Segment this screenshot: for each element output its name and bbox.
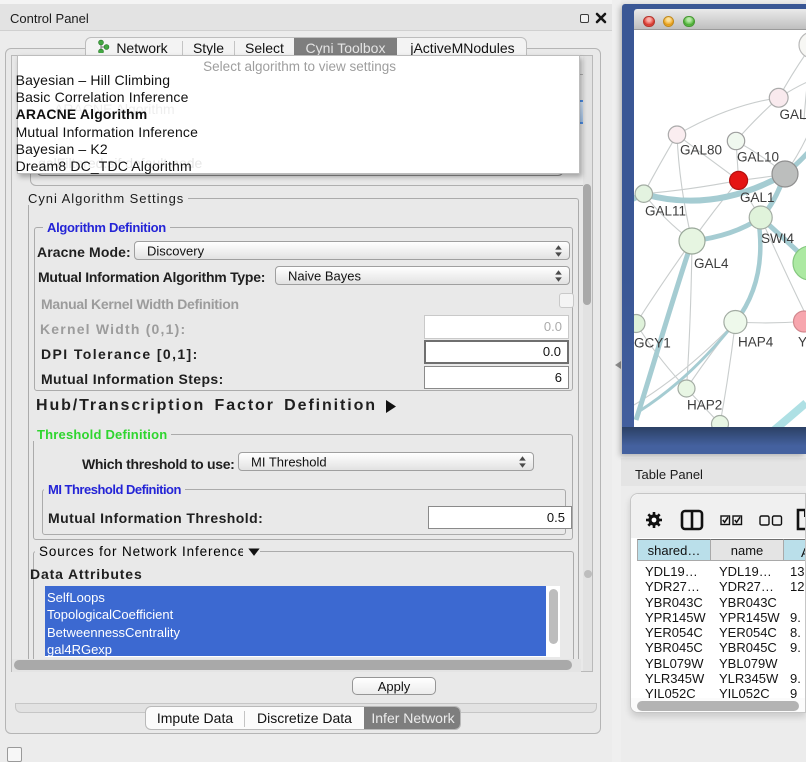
svg-text:HAP2: HAP2 (687, 398, 722, 413)
svg-text:GAL10: GAL10 (737, 150, 779, 165)
svg-text:GAL1: GAL1 (740, 190, 775, 205)
svg-text:HAP4: HAP4 (738, 335, 774, 350)
svg-text:SWI4: SWI4 (761, 231, 794, 246)
svg-text:GAL8: GAL8 (780, 107, 806, 122)
svg-text:Y: Y (798, 335, 806, 350)
svg-text:GAL4: GAL4 (694, 256, 729, 271)
svg-text:GCY1: GCY1 (634, 336, 671, 351)
svg-text:GAL80: GAL80 (680, 143, 722, 158)
svg-text:GAL11: GAL11 (645, 204, 686, 219)
